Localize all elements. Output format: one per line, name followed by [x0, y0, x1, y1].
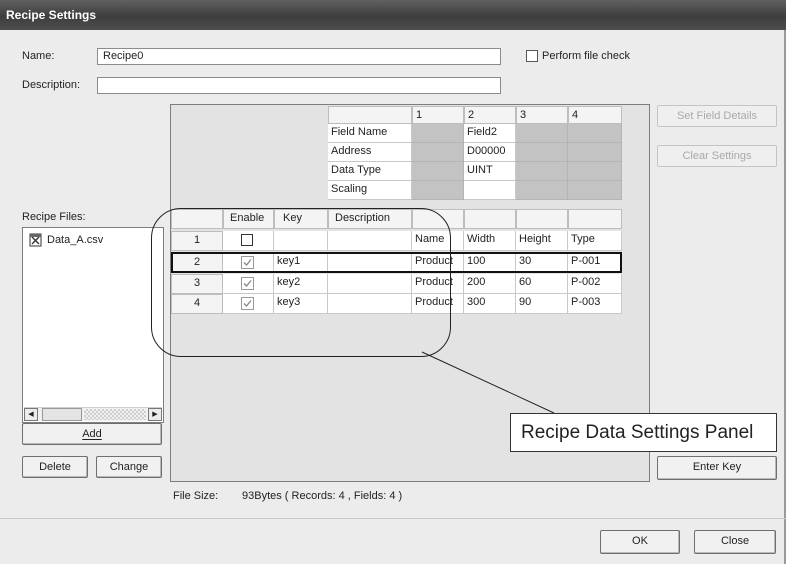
column-number[interactable]: 3: [516, 106, 568, 124]
column-number[interactable]: 4: [568, 106, 622, 124]
horizontal-scrollbar[interactable]: ◀ ▶: [24, 407, 162, 421]
data-cell[interactable]: 90: [516, 294, 568, 314]
enter-key-label: Enter Key: [692, 461, 742, 473]
list-item[interactable]: Data_A.csv: [29, 233, 149, 249]
field-name-cell[interactable]: [516, 124, 568, 143]
address-cell[interactable]: [412, 143, 464, 162]
data-cell[interactable]: P-003: [568, 294, 622, 314]
data-cell[interactable]: Height: [516, 231, 568, 251]
column-header: [568, 209, 622, 229]
callout-label: Recipe Data Settings Panel: [510, 413, 777, 452]
column-header: [516, 209, 568, 229]
close-button[interactable]: Close: [694, 530, 776, 554]
annotation-ellipse: [151, 208, 451, 357]
description-input[interactable]: [97, 77, 501, 94]
description-label: Description:: [22, 79, 81, 91]
set-field-details-label: Set Field Details: [676, 110, 758, 122]
enter-key-button[interactable]: Enter Key: [657, 456, 777, 480]
name-input[interactable]: Recipe0: [97, 48, 501, 65]
data-cell[interactable]: 200: [464, 274, 516, 294]
data-type-cell[interactable]: [412, 162, 464, 181]
perform-file-check-label: Perform file check: [542, 50, 631, 62]
column-number[interactable]: 2: [464, 106, 516, 124]
recipe-files-list[interactable]: Data_A.csv ◀ ▶: [22, 227, 164, 423]
perform-file-check-checkbox[interactable]: [526, 50, 538, 62]
delete-button[interactable]: Delete: [22, 456, 88, 478]
corner-cell: [328, 106, 412, 124]
data-cell[interactable]: Width: [464, 231, 516, 251]
address-cell[interactable]: [568, 143, 622, 162]
data-type-label: Data Type: [328, 162, 412, 181]
scaling-cell[interactable]: [464, 181, 516, 200]
clear-settings-button[interactable]: Clear Settings: [657, 145, 777, 167]
scrollbar-thumb[interactable]: [42, 408, 82, 421]
field-name-cell[interactable]: [568, 124, 622, 143]
data-type-cell[interactable]: [516, 162, 568, 181]
file-name: Data_A.csv: [47, 234, 104, 246]
footer-divider: [0, 518, 786, 519]
csv-file-icon: [29, 233, 42, 247]
recipe-settings-window: Recipe Settings Name: Recipe0 Perform fi…: [0, 0, 786, 564]
change-button-label: Change: [109, 461, 149, 473]
address-cell[interactable]: [516, 143, 568, 162]
data-type-cell[interactable]: [568, 162, 622, 181]
scaling-cell[interactable]: [516, 181, 568, 200]
data-cell[interactable]: 300: [464, 294, 516, 314]
set-field-details-button[interactable]: Set Field Details: [657, 105, 777, 127]
change-button[interactable]: Change: [96, 456, 162, 478]
address-cell[interactable]: D00000: [464, 143, 516, 162]
ok-button[interactable]: OK: [600, 530, 680, 554]
arrow-right-icon[interactable]: ▶: [148, 408, 162, 421]
field-name-label: Field Name: [328, 124, 412, 143]
scaling-cell[interactable]: [412, 181, 464, 200]
arrow-left-icon[interactable]: ◀: [24, 408, 38, 421]
recipe-files-label: Recipe Files:: [22, 211, 86, 223]
data-cell[interactable]: 60: [516, 274, 568, 294]
delete-button-label: Delete: [39, 461, 71, 473]
add-button[interactable]: Add: [22, 423, 162, 445]
name-label: Name:: [22, 50, 55, 62]
scrollbar-track[interactable]: [84, 409, 146, 420]
file-size-label: File Size:: [173, 490, 219, 502]
file-size-value: 93Bytes ( Records: 4 , Fields: 4 ): [242, 490, 403, 502]
window-title: Recipe Settings: [6, 8, 97, 22]
callout-pointer-line: [421, 351, 555, 414]
clear-settings-label: Clear Settings: [682, 150, 752, 162]
data-cell[interactable]: P-002: [568, 274, 622, 294]
field-name-cell[interactable]: Field2: [464, 124, 516, 143]
data-cell[interactable]: Type: [568, 231, 622, 251]
field-name-cell[interactable]: [412, 124, 464, 143]
scaling-cell[interactable]: [568, 181, 622, 200]
address-label: Address: [328, 143, 412, 162]
close-button-label: Close: [720, 535, 750, 547]
scaling-label: Scaling: [328, 181, 412, 200]
data-type-cell[interactable]: UINT: [464, 162, 516, 181]
add-button-label: Add: [82, 428, 102, 440]
title-bar: Recipe Settings: [0, 0, 786, 30]
ok-button-label: OK: [632, 535, 648, 547]
column-header: [464, 209, 516, 229]
column-number[interactable]: 1: [412, 106, 464, 124]
